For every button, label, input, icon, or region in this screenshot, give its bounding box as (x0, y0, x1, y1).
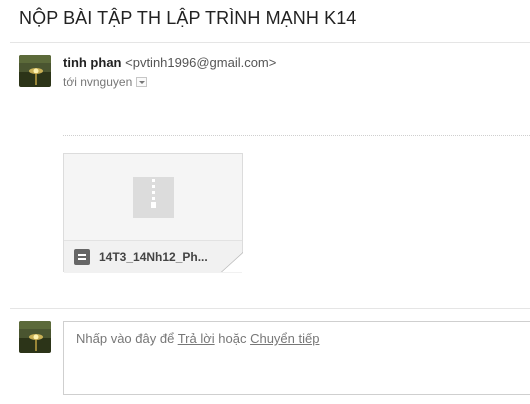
reply-link[interactable]: Trả lời (178, 331, 215, 346)
reply-divider (10, 308, 530, 309)
reply-prompt: Nhấp vào đây để Trả lời hoặc Chuyển tiếp (76, 331, 319, 346)
avatar-image (19, 321, 51, 353)
recipient-text: tới nvnguyen (63, 75, 133, 89)
attachment-preview (64, 154, 242, 240)
sender-line: tinh phan <pvtinh1996@gmail.com> (63, 55, 276, 70)
attachment-file-name: 14T3_14Nh12_Ph... (99, 250, 208, 264)
reply-box[interactable]: Nhấp vào đây để Trả lời hoặc Chuyển tiếp (63, 321, 530, 395)
avatar-image (19, 55, 51, 87)
reply-or: hoặc (218, 331, 247, 346)
header-divider (10, 42, 530, 43)
reply-prefix: Nhấp vào đây để (76, 331, 175, 346)
forward-link[interactable]: Chuyển tiếp (250, 331, 319, 346)
attachment-footer: 14T3_14Nh12_Ph... (64, 240, 242, 273)
attachment-card[interactable]: 14T3_14Nh12_Ph... (63, 153, 243, 273)
sender-email: <pvtinh1996@gmail.com> (125, 55, 277, 70)
sender-avatar[interactable] (19, 55, 51, 87)
current-user-avatar (19, 321, 51, 353)
email-subject: NỘP BÀI TẬP TH LẬP TRÌNH MẠNH K14 (19, 8, 357, 28)
zip-file-icon (133, 177, 174, 218)
recipient-line: tới nvnguyen (63, 75, 148, 89)
document-icon (74, 249, 90, 265)
sender-name[interactable]: tinh phan (63, 55, 122, 70)
chevron-down-icon[interactable] (136, 77, 148, 87)
attachments-divider (63, 135, 530, 136)
